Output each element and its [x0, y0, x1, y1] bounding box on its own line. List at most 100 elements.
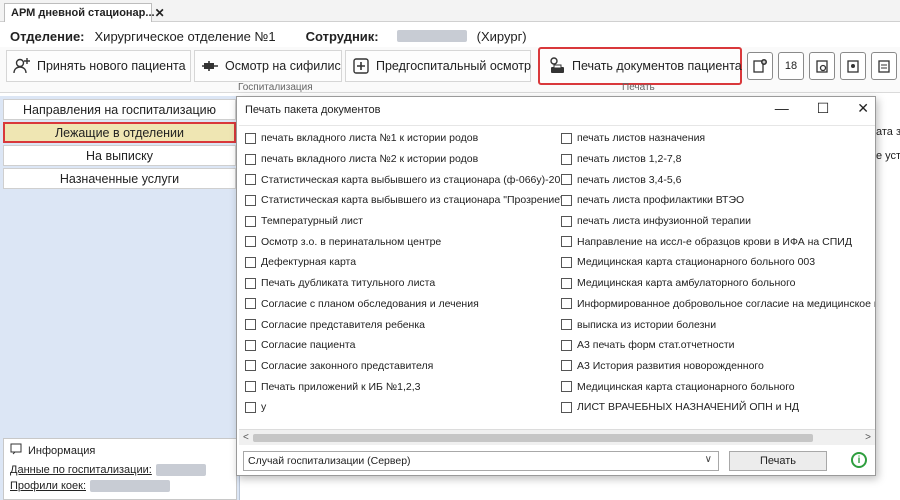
checkbox[interactable]: [561, 174, 572, 186]
checkbox-row[interactable]: печать вкладного листа №2 к истории родо…: [245, 149, 572, 170]
background-text-2: е уста: [876, 150, 900, 162]
checkbox-row[interactable]: Информированное добровольное согласие на…: [561, 294, 875, 315]
checkbox[interactable]: [561, 381, 572, 393]
info-panel: Информация Данные по госпитализации: Про…: [3, 438, 237, 500]
checkbox-label: печать листов 3,4-5,6: [577, 173, 682, 186]
checkbox-label: печать вкладного листа №2 к истории родо…: [261, 153, 479, 166]
add-document-icon[interactable]: [747, 52, 773, 80]
checkbox[interactable]: [245, 236, 256, 248]
app-window: АРМ дневной стационар... ✕ Отделение: Хи…: [0, 0, 900, 500]
group-label-print: Печать: [622, 82, 655, 93]
sidebar-item-discharge[interactable]: На выписку: [3, 145, 236, 166]
checkbox[interactable]: [561, 277, 572, 289]
checkbox[interactable]: [245, 194, 256, 206]
scrollbar-thumb[interactable]: [253, 434, 813, 442]
hospitalization-data-link[interactable]: Данные по госпитализации:: [10, 464, 230, 476]
checkbox-row[interactable]: Согласие законного представителя: [245, 356, 572, 377]
info-circle-icon[interactable]: i: [851, 452, 867, 468]
checkbox-row[interactable]: А3 печать форм стат.отчетности: [561, 335, 875, 356]
checkbox-label: Согласие с планом обследования и лечения: [261, 297, 479, 310]
checkbox-row[interactable]: Статистическая карта выбывшего из стацио…: [245, 190, 572, 211]
right-checkbox-column: печать листов назначения печать листов 1…: [561, 128, 875, 418]
clipboard-settings-icon[interactable]: [809, 52, 835, 80]
checkbox-row[interactable]: печать листов 1,2-7,8: [561, 149, 875, 170]
checkbox[interactable]: [561, 132, 572, 144]
left-checkbox-column: печать вкладного листа №1 к истории родо…: [245, 128, 572, 418]
checkbox[interactable]: [245, 298, 256, 310]
group-label-hospitalization: Госпитализация: [238, 82, 313, 93]
checkbox-row[interactable]: Согласие представителя ребенка: [245, 314, 572, 335]
checkbox[interactable]: [245, 381, 256, 393]
checkbox-row[interactable]: Печать дубликата титульного листа: [245, 273, 572, 294]
checkbox[interactable]: [561, 256, 572, 268]
clipboard-icon[interactable]: [871, 52, 897, 80]
maximize-icon[interactable]: ☐: [817, 100, 830, 117]
checkbox-row[interactable]: печать листа инфузионной терапии: [561, 211, 875, 232]
checkbox[interactable]: [561, 153, 572, 165]
checkbox[interactable]: [245, 339, 256, 351]
checkbox[interactable]: [245, 132, 256, 144]
checkbox[interactable]: [245, 277, 256, 289]
checkbox[interactable]: [245, 174, 256, 186]
print-source-select[interactable]: Случай госпитализации (Сервер) ∨: [243, 451, 719, 471]
checkbox[interactable]: [561, 360, 572, 372]
close-icon[interactable]: ✕: [857, 100, 869, 117]
syphilis-exam-button[interactable]: Осмотр на сифилис: [194, 50, 342, 82]
print-patient-docs-button[interactable]: Печать документов пациента: [538, 47, 742, 85]
scroll-left-icon[interactable]: <: [243, 432, 249, 443]
checkbox[interactable]: [245, 256, 256, 268]
checkbox-row[interactable]: печать листов 3,4-5,6: [561, 169, 875, 190]
checkbox-row[interactable]: печать листа профилактики ВТЭО: [561, 190, 875, 211]
checkbox-row[interactable]: Медицинская карта стационарного больного: [561, 376, 875, 397]
checkbox-label: ЛИСТ ВРАЧЕБНЫХ НАЗНАЧЕНИЙ ОПН и НД: [577, 401, 800, 414]
checkbox-row[interactable]: Температурный лист: [245, 211, 572, 232]
sidebar-item-services[interactable]: Назначенные услуги: [3, 168, 236, 189]
checkbox[interactable]: [561, 215, 572, 227]
checkbox-row[interactable]: выписка из истории болезни: [561, 314, 875, 335]
bed-profiles-link[interactable]: Профили коек:: [10, 480, 230, 492]
checkbox-row[interactable]: Согласие пациента: [245, 335, 572, 356]
checkbox[interactable]: [245, 401, 256, 413]
scroll-right-icon[interactable]: >: [865, 432, 871, 443]
checkbox[interactable]: [561, 401, 572, 413]
checkbox-row[interactable]: Дефектурная карта: [245, 252, 572, 273]
checkbox-row[interactable]: ЛИСТ ВРАЧЕБНЫХ НАЗНАЧЕНИЙ ОПН и НД: [561, 397, 875, 418]
calendar-icon[interactable]: 18: [778, 52, 804, 80]
checkbox-row[interactable]: печать вкладного листа №1 к истории родо…: [245, 128, 572, 149]
toolbar: Принять нового пациента Осмотр на сифили…: [0, 47, 900, 93]
checkbox-label: Медицинская карта стационарного больного…: [577, 256, 816, 269]
prehospital-exam-button[interactable]: Предгоспитальный осмотр: [345, 50, 531, 82]
checkbox-label: Дефектурная карта: [261, 256, 357, 269]
checkbox-row[interactable]: Медицинская карта стационарного больного…: [561, 252, 875, 273]
checkbox-row[interactable]: у: [245, 397, 572, 418]
checkbox[interactable]: [245, 360, 256, 372]
checkbox-row[interactable]: Направление на иссл-е образцов крови в И…: [561, 231, 875, 252]
checkbox-row[interactable]: печать листов назначения: [561, 128, 875, 149]
sidebar-item-inpatients[interactable]: Лежащие в отделении: [3, 122, 236, 143]
checkbox-label: печать листов 1,2-7,8: [577, 153, 682, 166]
dialog-title-bar: Печать пакета документов — ☐ ✕: [237, 97, 875, 123]
checkbox[interactable]: [561, 339, 572, 351]
checkbox[interactable]: [245, 215, 256, 227]
checkbox-row[interactable]: Осмотр з.о. в перинатальном центре: [245, 231, 572, 252]
horizontal-scrollbar[interactable]: < >: [239, 429, 875, 445]
checkbox[interactable]: [561, 194, 572, 206]
checkbox-row[interactable]: Согласие с планом обследования и лечения: [245, 294, 572, 315]
minimize-icon[interactable]: —: [775, 100, 789, 117]
checkbox-row[interactable]: Статистическая карта выбывшего из стацио…: [245, 169, 572, 190]
checkbox[interactable]: [561, 236, 572, 248]
checkbox-row[interactable]: Печать приложений к ИБ №1,2,3: [245, 376, 572, 397]
sidebar-item-hospital-referrals[interactable]: Направления на госпитализацию: [3, 99, 236, 120]
checkbox[interactable]: [245, 319, 256, 331]
accept-patient-button[interactable]: Принять нового пациента: [6, 50, 191, 82]
tab-title: АРМ дневной стационар...: [11, 7, 155, 19]
tab-arm-day-hospital[interactable]: АРМ дневной стационар... ✕: [4, 3, 165, 22]
checkbox[interactable]: [245, 153, 256, 165]
checkbox[interactable]: [561, 319, 572, 331]
checkbox-row[interactable]: А3 История развития новорожденного: [561, 356, 875, 377]
badge-icon[interactable]: [840, 52, 866, 80]
print-button[interactable]: Печать: [729, 451, 827, 471]
tab-close-icon[interactable]: ✕: [155, 6, 165, 20]
checkbox-row[interactable]: Медицинская карта амбулаторного больного: [561, 273, 875, 294]
checkbox[interactable]: [561, 298, 572, 310]
